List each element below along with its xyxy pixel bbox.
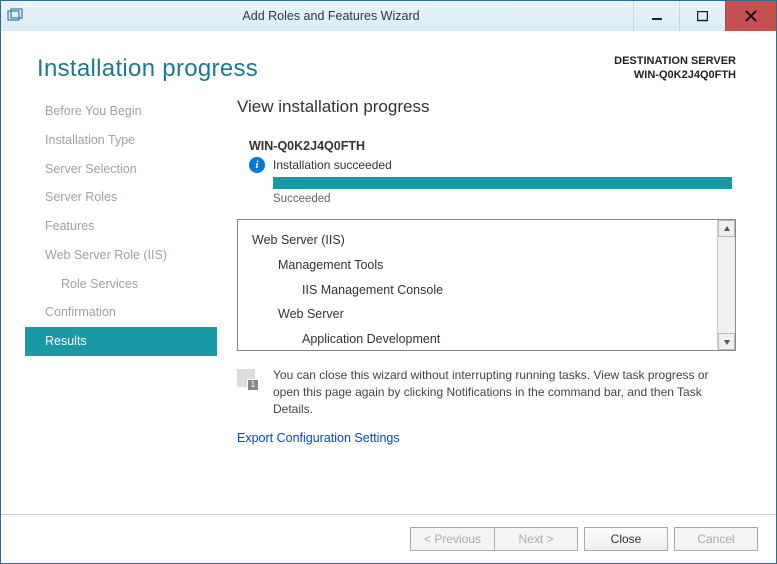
sidebar-step-web-server-role-iis-: Web Server Role (IIS) bbox=[37, 241, 213, 270]
feature-item: Application Development bbox=[248, 327, 713, 350]
sidebar-step-results[interactable]: Results bbox=[25, 327, 217, 356]
feature-item: IIS Management Console bbox=[248, 278, 713, 303]
window-title: Add Roles and Features Wizard bbox=[29, 9, 633, 23]
app-icon bbox=[1, 8, 29, 24]
info-icon: i bbox=[249, 157, 265, 173]
content-pane: View installation progress WIN-Q0K2J4Q0F… bbox=[213, 97, 776, 445]
status-row: i Installation succeeded bbox=[249, 157, 736, 173]
scrollbar-vertical[interactable] bbox=[717, 220, 735, 350]
feature-item: Management Tools bbox=[248, 253, 713, 278]
hint-row: You can close this wizard without interr… bbox=[237, 367, 736, 417]
destination-server-info: DESTINATION SERVER WIN-Q0K2J4Q0FTH bbox=[614, 55, 736, 83]
wizard-body: Installation progress DESTINATION SERVER… bbox=[1, 31, 776, 563]
next-button[interactable]: Next > bbox=[494, 527, 578, 551]
wizard-window: Add Roles and Features Wizard Installati… bbox=[0, 0, 777, 564]
hint-text: You can close this wizard without interr… bbox=[273, 367, 736, 417]
wizard-footer: < Previous Next > Close Cancel bbox=[1, 514, 776, 563]
status-text: Installation succeeded bbox=[273, 158, 392, 172]
minimize-button[interactable] bbox=[633, 1, 679, 31]
wizard-steps-sidebar: Before You BeginInstallation TypeServer … bbox=[1, 97, 213, 445]
sidebar-step-role-services: Role Services bbox=[37, 270, 213, 299]
window-controls bbox=[633, 1, 776, 31]
close-button[interactable]: Close bbox=[584, 527, 668, 551]
nav-button-group: < Previous Next > bbox=[410, 527, 578, 551]
notification-flag-icon bbox=[237, 367, 273, 417]
page-title: Installation progress bbox=[37, 55, 258, 83]
results-listbox[interactable]: Web Server (IIS)Management ToolsIIS Mana… bbox=[237, 219, 736, 351]
sidebar-step-before-you-begin: Before You Begin bbox=[37, 97, 213, 126]
sidebar-step-features: Features bbox=[37, 212, 213, 241]
previous-button[interactable]: < Previous bbox=[410, 527, 494, 551]
progress-label: Succeeded bbox=[273, 193, 732, 205]
destination-label: DESTINATION SERVER bbox=[614, 55, 736, 69]
maximize-button[interactable] bbox=[679, 1, 725, 31]
feature-item: Web Server bbox=[248, 302, 713, 327]
sidebar-step-server-roles: Server Roles bbox=[37, 183, 213, 212]
export-configuration-link[interactable]: Export Configuration Settings bbox=[237, 431, 400, 445]
title-bar: Add Roles and Features Wizard bbox=[1, 1, 776, 32]
sidebar-step-server-selection: Server Selection bbox=[37, 155, 213, 184]
cancel-button[interactable]: Cancel bbox=[674, 527, 758, 551]
destination-server-name: WIN-Q0K2J4Q0FTH bbox=[614, 69, 736, 83]
sidebar-step-installation-type: Installation Type bbox=[37, 126, 213, 155]
feature-item: Web Server (IIS) bbox=[248, 228, 713, 253]
progress-bar bbox=[273, 177, 732, 189]
scroll-down-button[interactable] bbox=[718, 333, 735, 350]
close-window-button[interactable] bbox=[725, 1, 776, 31]
sidebar-step-confirmation: Confirmation bbox=[37, 298, 213, 327]
section-title: View installation progress bbox=[237, 97, 736, 117]
target-server-name: WIN-Q0K2J4Q0FTH bbox=[249, 139, 736, 153]
scroll-up-button[interactable] bbox=[718, 220, 735, 237]
